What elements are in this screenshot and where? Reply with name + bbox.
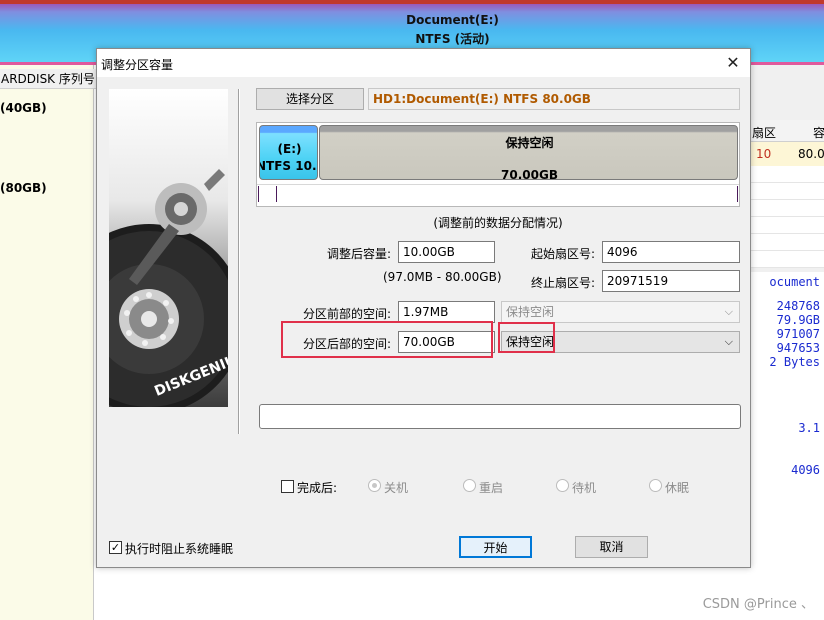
partition-map: (E:) NTFS 10.00GB 保持空闲 70.00GB: [256, 122, 740, 207]
hard-disk-illustration: DISKGENIUS: [109, 169, 228, 407]
partition-table-header: 扇区 容: [750, 120, 824, 142]
radio-hibernate[interactable]: [649, 479, 662, 492]
checkmark-icon: ✓: [110, 541, 121, 554]
info-value: 3.1: [798, 421, 820, 435]
partition-e-label: (E:): [277, 142, 302, 156]
info-value: 947653: [776, 341, 820, 355]
info-value: ocument: [769, 275, 820, 289]
disk-tree-item[interactable]: (40GB): [0, 101, 47, 115]
dialog-title: 调整分区容量: [101, 58, 174, 72]
size-range-hint: (97.0MB - 80.00GB): [383, 270, 502, 284]
new-size-label: 调整后容量:: [326, 247, 391, 261]
diskgenius-logo-image: DISKGENIUS: [109, 89, 228, 407]
space-before-action-value: 保持空闲: [506, 305, 555, 319]
free-space-size: 70.00GB: [501, 168, 558, 182]
after-complete-checkbox[interactable]: [281, 480, 294, 493]
data-end-marker: [737, 186, 738, 202]
volume-title: Document(E:): [406, 13, 499, 27]
after-complete-label: 完成后:: [297, 481, 338, 495]
radio-standby[interactable]: [556, 479, 569, 492]
watermark: CSDN @Prince 、: [702, 597, 814, 612]
start-sector-input[interactable]: 4096: [602, 241, 740, 263]
start-sector-label: 起始扇区号:: [530, 247, 595, 261]
info-value: 248768: [776, 299, 820, 313]
info-value: 971007: [776, 327, 820, 341]
radio-restart[interactable]: [463, 479, 476, 492]
new-size-input[interactable]: 10.00GB: [398, 241, 495, 263]
column-header-sector[interactable]: 扇区: [752, 124, 776, 141]
prevent-sleep-checkbox[interactable]: ✓: [109, 541, 122, 554]
disk-tree-panel: [0, 65, 94, 620]
table-row[interactable]: 10 80.0: [750, 142, 824, 166]
partition-e-size: NTFS 10.00GB: [259, 159, 317, 173]
free-space-label: 保持空闲: [505, 136, 554, 150]
info-value: 4096: [791, 463, 820, 477]
dialog-titlebar[interactable]: 调整分区容量 ✕: [97, 49, 750, 77]
radio-restart-label: 重启: [479, 481, 504, 495]
table-cell: 80.0: [798, 147, 824, 161]
radio-shutdown[interactable]: [368, 479, 381, 492]
prevent-sleep-label: 执行时阻止系统睡眠: [125, 542, 234, 556]
chevron-down-icon: ⌵: [724, 335, 733, 348]
info-value: 79.9GB: [776, 313, 820, 327]
start-button[interactable]: 开始: [459, 536, 532, 558]
free-space-segment[interactable]: 保持空闲 70.00GB: [319, 125, 738, 182]
data-marker: [276, 186, 277, 202]
highlight-box-space-after: [281, 321, 493, 358]
data-distribution-line: [257, 184, 739, 185]
progress-bar: [259, 404, 741, 429]
end-sector-label: 终止扇区号:: [530, 276, 595, 290]
resize-partition-dialog: 调整分区容量 ✕ DISKGENIUS 选择分区 HD1:Document(E:…: [96, 48, 751, 568]
close-icon: ✕: [726, 53, 740, 72]
info-value: 2 Bytes: [769, 355, 820, 369]
data-start-marker: [258, 186, 259, 202]
column-header-capacity[interactable]: 容: [813, 124, 824, 141]
highlight-box-keep-free: [498, 322, 555, 353]
partition-table-body: [750, 166, 824, 268]
chevron-down-icon: ⌵: [724, 305, 733, 318]
radio-shutdown-label: 关机: [384, 481, 409, 495]
close-button[interactable]: ✕: [722, 53, 744, 73]
volume-filesystem: NTFS (活动): [415, 32, 490, 46]
end-sector-input[interactable]: 20971519: [602, 270, 740, 292]
partition-info-panel: ocument 248768 79.9GB 971007 947653 2 By…: [750, 272, 824, 620]
table-cell: 10: [756, 147, 772, 161]
partition-path-display: HD1:Document(E:) NTFS 80.0GB: [368, 88, 740, 110]
space-before-label: 分区前部的空间:: [302, 307, 391, 321]
disk-tree-header: ARDDISK 序列号: [0, 69, 96, 89]
partition-segment-e[interactable]: (E:) NTFS 10.00GB: [259, 125, 318, 180]
radio-hibernate-label: 休眠: [665, 481, 690, 495]
data-allocation-caption: (调整前的数据分配情况): [433, 216, 563, 230]
vertical-separator: [238, 89, 240, 434]
space-before-action-select[interactable]: 保持空闲 ⌵: [501, 301, 740, 323]
radio-standby-label: 待机: [572, 481, 597, 495]
space-before-input[interactable]: 1.97MB: [398, 301, 495, 323]
disk-tree-item[interactable]: (80GB): [0, 181, 47, 195]
select-partition-button[interactable]: 选择分区: [256, 88, 364, 110]
cancel-button[interactable]: 取消: [575, 536, 648, 558]
